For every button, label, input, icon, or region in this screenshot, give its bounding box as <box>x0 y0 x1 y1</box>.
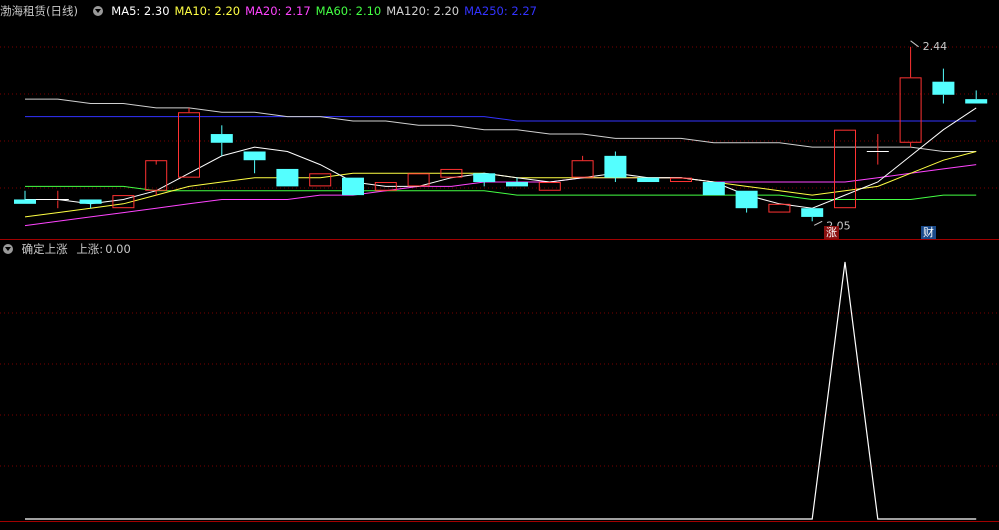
candle-down <box>473 173 496 183</box>
candle-up <box>145 160 168 191</box>
candle-up <box>571 160 594 178</box>
candle-down <box>702 182 725 196</box>
candle-down <box>604 155 627 178</box>
candle-up <box>834 129 856 209</box>
low-marker <box>813 220 823 226</box>
ma-line-ma250 <box>25 116 977 122</box>
candle-up <box>538 182 561 191</box>
candle-up <box>178 112 200 178</box>
badge-zhang[interactable]: 涨 <box>824 226 839 239</box>
high-marker <box>910 40 919 48</box>
candle-down <box>243 151 266 161</box>
ma-line-ma20 <box>24 164 977 227</box>
candle-up <box>899 77 922 143</box>
kline-chart[interactable]: 2.442.05 <box>0 0 999 530</box>
candle-down <box>637 177 660 183</box>
candle-down <box>79 199 102 204</box>
candle-down <box>965 99 988 104</box>
signal-line <box>25 261 977 520</box>
candle-down <box>932 81 955 95</box>
badge-cai[interactable]: 财 <box>921 226 936 239</box>
candle-down <box>210 134 233 143</box>
candle-down <box>506 182 528 187</box>
candle-down <box>14 199 36 204</box>
ma-line-ma120 <box>25 98 977 152</box>
candle-down <box>276 168 299 187</box>
candle-up <box>309 173 332 187</box>
candle-down <box>801 208 824 217</box>
candle-down <box>342 177 364 196</box>
high-label: 2.44 <box>923 40 948 53</box>
candle-up <box>768 203 791 213</box>
candle-down <box>735 190 758 209</box>
